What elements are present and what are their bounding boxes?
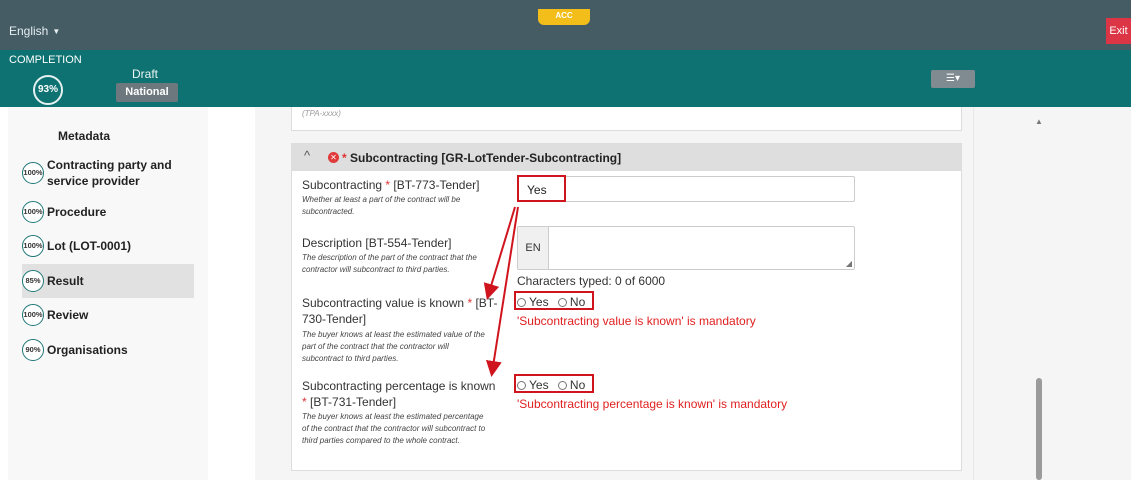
arrow-to-percentage-known <box>485 206 519 377</box>
annotation-arrows <box>483 206 519 377</box>
